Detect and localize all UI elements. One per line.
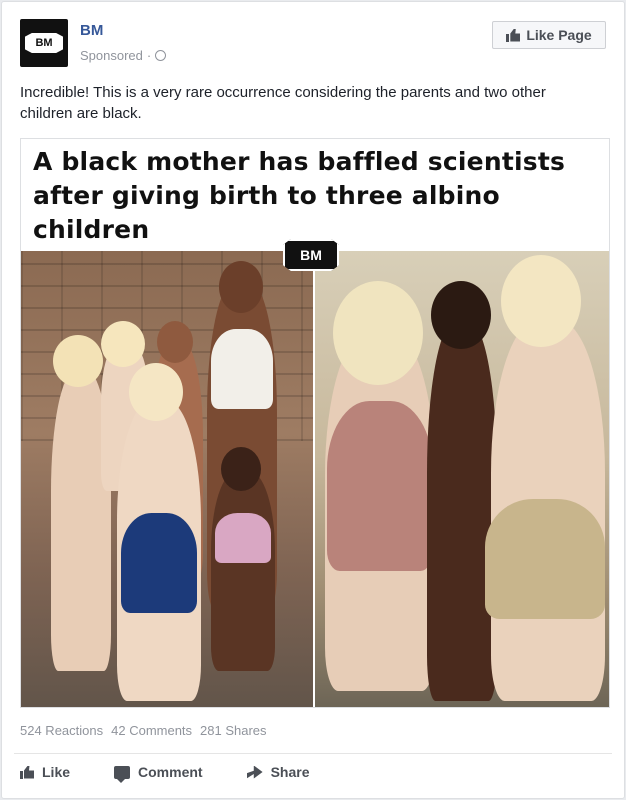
page-avatar[interactable]: BM [20,19,68,67]
share-icon [246,765,263,779]
mother-head [219,261,263,313]
separator: · [146,48,152,63]
albino-child-head [101,321,145,367]
post-header: BM BM Sponsored · Like Page [20,19,606,69]
albino-girl-right-head [333,281,423,385]
family-photo [21,251,313,707]
engagement-stats: 524 Reactions 42 Comments 281 Shares [20,723,267,738]
shares-count[interactable]: 281 Shares [200,723,267,738]
mother-top [211,329,273,409]
avatar-logo: BM [25,33,63,53]
sponsored-label[interactable]: Sponsored [80,48,143,63]
toddler-top [215,513,271,563]
comment-button[interactable]: Comment [114,764,203,783]
albino-girl-head [53,335,103,387]
sponsored-post: BM BM Sponsored · Like Page Incredible! … [1,1,625,799]
comment-label: Comment [138,764,203,780]
divider [14,753,612,754]
toddler-figure [211,471,275,671]
share-button[interactable]: Share [246,764,310,780]
dark-girl-figure [427,321,497,701]
like-label: Like [42,764,71,780]
page-name-link[interactable]: BM [80,22,103,39]
thumbs-up-icon [506,29,520,42]
like-page-label: Like Page [526,27,592,43]
albino-boy-right-head [501,255,581,347]
toddler-head [221,447,261,491]
khaki-shorts [485,499,605,619]
dark-girl-head [431,281,491,349]
bm-watermark-logo: BM [283,239,339,271]
blue-shorts [121,513,197,613]
children-photo [315,251,609,707]
sponsored-line: Sponsored · [80,48,167,63]
image-headline: A black mother has baffled scientists af… [33,147,566,244]
thumbs-up-icon [20,766,34,779]
striped-dress [327,401,433,571]
boy-head [157,321,193,363]
globe-icon [155,50,167,61]
post-caption: Incredible! This is a very rare occurren… [20,84,546,122]
post-image[interactable]: A black mother has baffled scientists af… [20,138,610,708]
reactions-count[interactable]: 524 Reactions [20,723,103,738]
albino-boy-head [129,363,183,421]
like-page-button[interactable]: Like Page [492,21,606,49]
comment-icon [114,765,131,783]
action-bar: Like Comment Share [20,764,310,783]
like-button[interactable]: Like [20,764,70,780]
comments-count[interactable]: 42 Comments [111,723,192,738]
share-label: Share [270,764,310,780]
